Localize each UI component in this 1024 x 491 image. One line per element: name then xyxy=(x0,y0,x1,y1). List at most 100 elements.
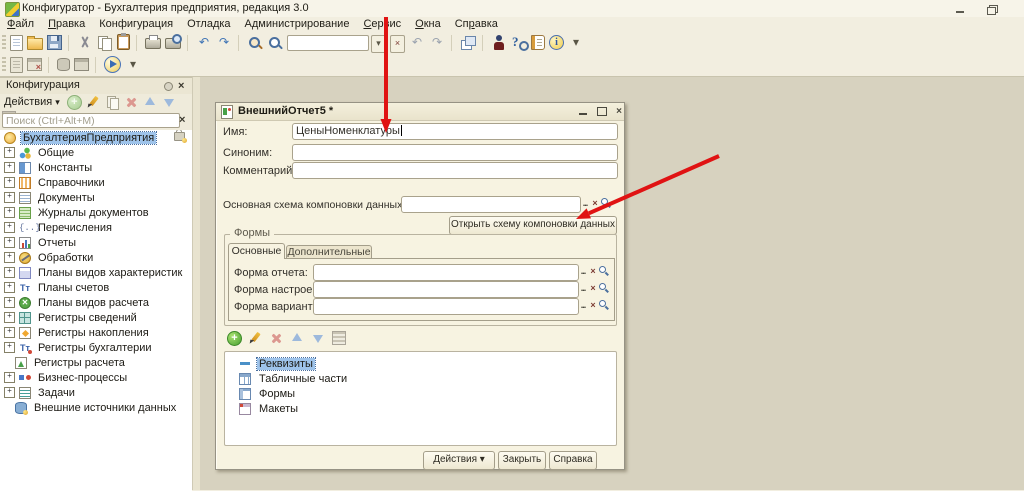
open-dcs-button[interactable]: Открыть схему компоновки данных xyxy=(449,216,617,235)
expand-icon[interactable]: + xyxy=(4,267,15,278)
open-value-icon[interactable] xyxy=(598,281,609,296)
menu-item-administration[interactable]: Администрирование xyxy=(238,17,357,31)
duplicate-icon[interactable] xyxy=(105,95,120,110)
tree-item-constants[interactable]: +Константы xyxy=(0,160,192,175)
choose-button[interactable]: ... xyxy=(578,264,588,279)
clear-button[interactable]: × xyxy=(590,196,600,211)
dialog-close-button[interactable]: × xyxy=(612,105,626,118)
open-configuration-icon[interactable] xyxy=(10,57,23,73)
move-up-icon[interactable] xyxy=(143,95,158,110)
clear-button[interactable]: × xyxy=(588,298,598,313)
cut-icon[interactable] xyxy=(77,35,93,51)
report-form-field[interactable] xyxy=(313,264,579,281)
list-item-forms[interactable]: Формы xyxy=(225,386,616,401)
tree-item-external-data-sources[interactable]: Внешние источники данных xyxy=(0,400,192,415)
paste-icon[interactable] xyxy=(117,34,130,50)
add-icon[interactable] xyxy=(67,95,82,110)
settings-form-field[interactable] xyxy=(313,281,579,298)
tree-item-accounting-registers[interactable]: +ТтРегистры бухгалтерии xyxy=(0,340,192,355)
move-up-icon[interactable] xyxy=(290,331,305,346)
toolbar-options-icon[interactable]: ▾ xyxy=(568,35,584,51)
tree-item-charts-of-calculation-types[interactable]: +✕Планы видов расчета xyxy=(0,295,192,310)
expand-icon[interactable]: + xyxy=(4,372,15,383)
expand-icon[interactable]: + xyxy=(4,207,15,218)
expand-icon[interactable]: + xyxy=(4,237,15,248)
tree-item-common[interactable]: +Общие xyxy=(0,145,192,160)
syntax-check-icon[interactable] xyxy=(491,35,507,51)
list-item-attributes[interactable]: Реквизиты xyxy=(225,356,616,371)
dialog-titlebar[interactable]: ВнешнийОтчет5 * × xyxy=(216,103,624,121)
search-clear-icon[interactable]: × xyxy=(390,35,405,53)
dialog-minimize-button[interactable] xyxy=(576,105,590,118)
expand-icon[interactable]: + xyxy=(4,387,15,398)
expand-icon[interactable]: + xyxy=(4,177,15,188)
open-value-icon[interactable] xyxy=(598,264,609,279)
expand-icon[interactable]: + xyxy=(4,297,15,308)
edit-icon[interactable] xyxy=(86,95,101,110)
start-debugging-icon[interactable] xyxy=(104,56,121,73)
tree-item-accumulation-registers[interactable]: +Регистры накопления xyxy=(0,325,192,340)
undo-icon[interactable]: ↶ xyxy=(196,35,212,51)
new-document-icon[interactable] xyxy=(10,35,23,51)
choose-button[interactable]: ... xyxy=(580,196,590,211)
menu-item-windows[interactable]: Окна xyxy=(408,17,448,31)
expand-icon[interactable]: + xyxy=(4,282,15,293)
navigate-back-icon[interactable]: ↶ xyxy=(409,35,425,51)
actions-button[interactable]: Действия ▾ xyxy=(423,451,495,470)
find-icon[interactable] xyxy=(247,35,263,51)
quick-search-input[interactable] xyxy=(291,41,365,53)
search-clear-icon[interactable]: × xyxy=(179,113,185,128)
help-search-icon[interactable] xyxy=(511,35,527,51)
help-contents-icon[interactable] xyxy=(531,35,545,50)
tree-item-charts-of-accounts[interactable]: +ТтПланы счетов xyxy=(0,280,192,295)
global-search-icon[interactable] xyxy=(267,35,283,51)
menu-item-file[interactable]: Файл xyxy=(0,17,41,31)
open-value-icon[interactable] xyxy=(600,196,611,211)
pin-icon[interactable] xyxy=(164,82,173,91)
edit-icon[interactable] xyxy=(248,331,263,346)
tree-item-configuration-root[interactable]: БухгалтерияПредприятия xyxy=(0,130,192,145)
expand-icon[interactable]: + xyxy=(4,327,15,338)
tree-item-document-journals[interactable]: +Журналы документов xyxy=(0,205,192,220)
tab-main-forms[interactable]: Основные xyxy=(228,243,285,259)
delete-icon[interactable] xyxy=(269,331,284,346)
expand-icon[interactable]: + xyxy=(4,312,15,323)
restore-button[interactable] xyxy=(984,3,1000,15)
help-button[interactable]: Справка xyxy=(549,451,597,470)
search-dropdown-icon[interactable]: ▾ xyxy=(371,35,386,53)
tree-item-enumerations[interactable]: +{..}Перечисления xyxy=(0,220,192,235)
list-item-tabular-sections[interactable]: Табличные части xyxy=(225,371,616,386)
tree-item-charts-of-characteristic-types[interactable]: +Планы видов характеристик xyxy=(0,265,192,280)
compare-configurations-icon[interactable] xyxy=(74,58,89,71)
sort-icon[interactable] xyxy=(332,331,346,345)
tree-item-documents[interactable]: +Документы xyxy=(0,190,192,205)
save-icon[interactable] xyxy=(47,35,62,50)
move-down-icon[interactable] xyxy=(162,95,177,110)
variant-form-field[interactable] xyxy=(313,298,579,315)
tab-additional-forms[interactable]: Дополнительные xyxy=(286,245,372,259)
panel-close-icon[interactable]: × xyxy=(178,78,184,94)
synonym-field[interactable] xyxy=(292,144,618,161)
dcs-field[interactable] xyxy=(401,196,581,213)
about-icon[interactable] xyxy=(549,35,564,50)
copy-icon[interactable] xyxy=(97,35,113,51)
redo-icon[interactable]: ↷ xyxy=(216,35,232,51)
menu-item-configuration[interactable]: Конфигурация xyxy=(92,17,180,31)
menu-item-help[interactable]: Справка xyxy=(448,17,505,31)
expand-icon[interactable]: + xyxy=(4,342,15,353)
open-windows-icon[interactable] xyxy=(460,35,476,51)
tree-item-tasks[interactable]: +Задачи xyxy=(0,385,192,400)
expand-icon[interactable]: + xyxy=(4,222,15,233)
debugging-options-icon[interactable]: ▾ xyxy=(125,57,141,73)
tree-item-business-processes[interactable]: +Бизнес-процессы xyxy=(0,370,192,385)
tree-item-information-registers[interactable]: +Регистры сведений xyxy=(0,310,192,325)
close-configuration-icon[interactable] xyxy=(27,58,42,71)
expand-icon[interactable]: + xyxy=(4,192,15,203)
actions-menu-button[interactable]: Действия ▾ xyxy=(4,96,60,108)
list-item-templates[interactable]: Макеты xyxy=(225,401,616,416)
tree-item-catalogs[interactable]: +Справочники xyxy=(0,175,192,190)
expand-icon[interactable]: + xyxy=(4,252,15,263)
move-down-icon[interactable] xyxy=(311,331,326,346)
delete-icon[interactable] xyxy=(124,95,139,110)
choose-button[interactable]: ... xyxy=(578,281,588,296)
